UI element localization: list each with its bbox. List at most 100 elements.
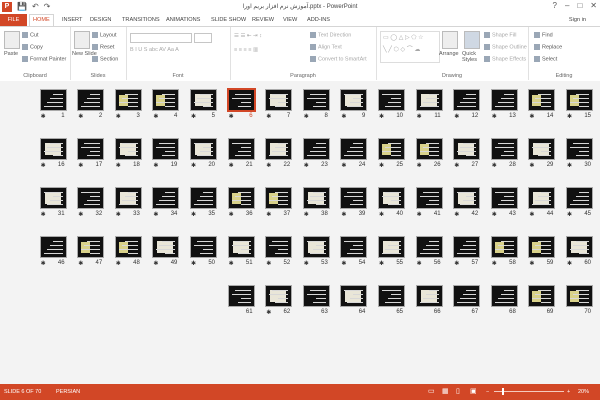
- slide-thumbnail[interactable]: [415, 138, 443, 160]
- convert-smartart-button[interactable]: Convert to SmartArt: [310, 56, 367, 62]
- transition-star-icon[interactable]: ✱: [304, 211, 309, 218]
- transition-star-icon[interactable]: ✱: [191, 162, 196, 169]
- paste-button[interactable]: Paste: [4, 51, 18, 57]
- tab-insert[interactable]: INSERT: [62, 15, 82, 26]
- paste-icon[interactable]: [4, 31, 20, 49]
- transition-star-icon[interactable]: ✱: [379, 260, 384, 267]
- transition-star-icon[interactable]: ✱: [529, 113, 534, 120]
- cut-button[interactable]: Cut: [22, 32, 39, 38]
- slide-thumbnail[interactable]: [152, 89, 180, 111]
- slide-thumbnail[interactable]: [265, 89, 293, 111]
- transition-star-icon[interactable]: ✱: [78, 260, 83, 267]
- slide-thumbnail[interactable]: [190, 138, 217, 160]
- align-text-button[interactable]: Align Text: [310, 44, 342, 50]
- zoom-out-button[interactable]: −: [486, 389, 489, 395]
- slide-thumbnail[interactable]: [528, 187, 556, 209]
- slide-thumbnail[interactable]: [302, 285, 330, 307]
- transition-star-icon[interactable]: ✱: [266, 211, 271, 218]
- transition-star-icon[interactable]: ✱: [41, 260, 46, 267]
- slide-thumbnail[interactable]: [566, 187, 593, 209]
- transition-star-icon[interactable]: ✱: [417, 162, 422, 169]
- transition-star-icon[interactable]: ✱: [417, 211, 422, 218]
- transition-star-icon[interactable]: ✱: [304, 113, 309, 120]
- tab-slide-show[interactable]: SLIDE SHOW: [211, 15, 246, 26]
- slide-thumbnail[interactable]: [227, 285, 255, 307]
- slideshow-view-icon[interactable]: ▣: [470, 387, 477, 395]
- zoom-level-label[interactable]: 20%: [578, 389, 589, 395]
- format-painter-button[interactable]: Format Painter: [22, 56, 66, 62]
- find-button[interactable]: Find: [534, 32, 553, 38]
- transition-star-icon[interactable]: ✱: [229, 113, 234, 120]
- slide-thumbnail[interactable]: [340, 285, 368, 307]
- transition-star-icon[interactable]: ✱: [341, 162, 346, 169]
- slide-thumbnail[interactable]: [39, 236, 67, 258]
- transition-star-icon[interactable]: ✱: [567, 260, 572, 267]
- slide-thumbnail[interactable]: [566, 236, 593, 258]
- slide-thumbnail[interactable]: [227, 187, 255, 209]
- slide-thumbnail[interactable]: [190, 89, 217, 111]
- transition-star-icon[interactable]: ✱: [116, 211, 121, 218]
- tab-add-ins[interactable]: ADD-INS: [307, 15, 330, 26]
- slide-thumbnail[interactable]: [302, 236, 330, 258]
- quick-styles-icon[interactable]: [464, 31, 480, 49]
- zoom-slider-knob[interactable]: [502, 388, 505, 395]
- reading-view-icon[interactable]: ▯: [456, 387, 460, 395]
- slide-thumbnail[interactable]: [265, 236, 293, 258]
- font-size-box[interactable]: [194, 33, 212, 43]
- new-slide-icon[interactable]: [74, 31, 90, 49]
- slide-thumbnail[interactable]: [39, 187, 67, 209]
- slide-thumbnail[interactable]: [453, 285, 481, 307]
- tab-transitions[interactable]: TRANSITIONS: [122, 15, 160, 26]
- slide-thumbnail[interactable]: [190, 236, 217, 258]
- slide-thumbnail[interactable]: [415, 89, 443, 111]
- transition-star-icon[interactable]: ✱: [417, 260, 422, 267]
- transition-star-icon[interactable]: ✱: [379, 211, 384, 218]
- slide-thumbnail[interactable]: [152, 138, 180, 160]
- slide-thumbnail[interactable]: [378, 236, 405, 258]
- slide-thumbnail[interactable]: [77, 236, 105, 258]
- sign-in-link[interactable]: Sign in: [569, 15, 586, 26]
- tab-review[interactable]: REVIEW: [252, 15, 274, 26]
- transition-star-icon[interactable]: ✱: [229, 260, 234, 267]
- minimize-icon[interactable]: –: [565, 1, 569, 10]
- transition-star-icon[interactable]: ✱: [341, 260, 346, 267]
- shape-effects-button[interactable]: Shape Effects: [484, 56, 526, 62]
- slide-thumbnail[interactable]: [227, 138, 255, 160]
- slide-thumbnail[interactable]: [152, 236, 180, 258]
- section-button[interactable]: Section: [92, 56, 118, 62]
- slide-thumbnail[interactable]: [415, 187, 443, 209]
- transition-star-icon[interactable]: ✱: [379, 113, 384, 120]
- transition-star-icon[interactable]: ✱: [304, 260, 309, 267]
- shape-fill-button[interactable]: Shape Fill: [484, 32, 516, 38]
- transition-star-icon[interactable]: ✱: [454, 211, 459, 218]
- transition-star-icon[interactable]: ✱: [492, 211, 497, 218]
- slide-thumbnail[interactable]: [114, 236, 142, 258]
- zoom-in-button[interactable]: +: [567, 389, 570, 395]
- transition-star-icon[interactable]: ✱: [417, 113, 422, 120]
- slide-thumbnail[interactable]: [340, 187, 368, 209]
- language-label[interactable]: PERSIAN: [56, 389, 80, 395]
- layout-button[interactable]: Layout: [92, 32, 117, 38]
- slide-thumbnail[interactable]: [378, 187, 405, 209]
- transition-star-icon[interactable]: ✱: [341, 113, 346, 120]
- reset-button[interactable]: Reset: [92, 44, 114, 50]
- transition-star-icon[interactable]: ✱: [492, 162, 497, 169]
- help-icon[interactable]: ?: [553, 1, 557, 10]
- text-direction-button[interactable]: Text Direction: [310, 32, 351, 38]
- copy-button[interactable]: Copy: [22, 44, 43, 50]
- slide-thumbnail[interactable]: [77, 187, 105, 209]
- shape-outline-button[interactable]: Shape Outline: [484, 44, 527, 50]
- transition-star-icon[interactable]: ✱: [529, 260, 534, 267]
- transition-star-icon[interactable]: ✱: [78, 113, 83, 120]
- zoom-slider[interactable]: [494, 391, 564, 392]
- slide-thumbnail[interactable]: [114, 187, 142, 209]
- slide-thumbnail[interactable]: [39, 89, 67, 111]
- arrange-button[interactable]: Arrange: [439, 51, 459, 57]
- slide-thumbnail[interactable]: [340, 89, 368, 111]
- transition-star-icon[interactable]: ✱: [153, 211, 158, 218]
- transition-star-icon[interactable]: ✱: [229, 162, 234, 169]
- slide-thumbnail[interactable]: [77, 138, 105, 160]
- slide-thumbnail[interactable]: [490, 89, 518, 111]
- slide-thumbnail[interactable]: [302, 187, 330, 209]
- slide-thumbnail[interactable]: [114, 138, 142, 160]
